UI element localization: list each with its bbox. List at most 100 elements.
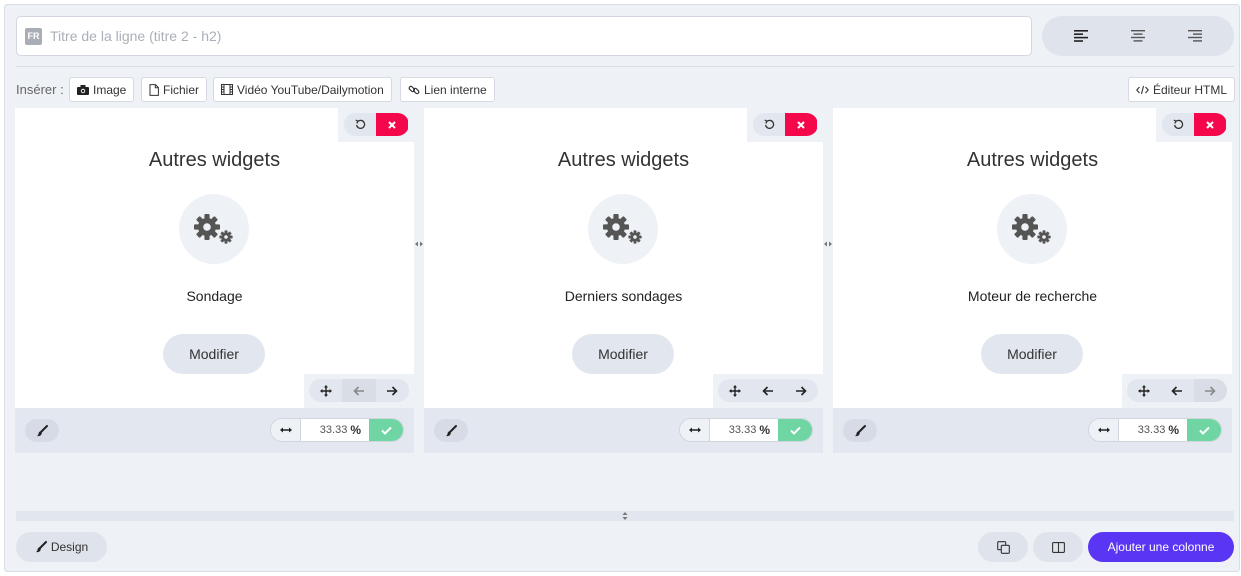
align-left-icon <box>1073 30 1088 42</box>
modify-widget-button[interactable]: Modifier <box>163 334 265 374</box>
confirm-width-button[interactable] <box>369 419 403 441</box>
resize-horizontal-icon <box>415 241 423 247</box>
insert-image-button[interactable]: Image <box>69 77 135 102</box>
camera-icon <box>77 84 89 95</box>
move-arrows-icon <box>319 384 332 397</box>
move-right-button[interactable] <box>785 379 818 402</box>
move-left-button[interactable] <box>751 379 784 402</box>
arrow-right-icon <box>796 385 807 396</box>
duplicate-row-button[interactable] <box>978 532 1028 562</box>
widget-icon-circle <box>179 194 249 264</box>
insert-video-label: Vidéo YouTube/Dailymotion <box>237 82 384 97</box>
brush-icon <box>854 424 866 436</box>
widget-name: Sondage <box>186 288 243 304</box>
undo-button[interactable] <box>753 113 785 136</box>
drag-move-button[interactable] <box>718 379 751 402</box>
arrow-left-icon <box>762 385 773 396</box>
column-resize-handle[interactable] <box>414 239 424 249</box>
undo-button[interactable] <box>344 113 376 136</box>
arrow-left-icon <box>353 385 364 396</box>
insert-internal-link-button[interactable]: Lien interne <box>400 77 495 102</box>
column-width-unit: % <box>1168 423 1179 437</box>
align-center-button[interactable] <box>1118 21 1158 51</box>
column-design-button[interactable] <box>434 419 468 442</box>
align-left-button[interactable] <box>1061 21 1101 51</box>
widget-actions <box>338 108 414 142</box>
html-editor-button[interactable]: Éditeur HTML <box>1128 77 1236 102</box>
check-icon <box>380 426 392 435</box>
column-design-button[interactable] <box>843 419 877 442</box>
widget-name: Moteur de recherche <box>967 288 1098 304</box>
align-right-button[interactable] <box>1175 21 1215 51</box>
gears-icon <box>603 214 642 244</box>
column-width-control: 33.33 % <box>679 418 813 442</box>
split-columns-button[interactable] <box>1033 532 1083 562</box>
widget-actions <box>1156 108 1232 142</box>
insert-file-button[interactable]: Fichier <box>141 77 208 102</box>
undo-icon <box>763 119 774 129</box>
delete-widget-button[interactable] <box>785 113 817 136</box>
column-footer: 33.33 % <box>833 408 1232 453</box>
widget-category-title: Autres widgets <box>148 149 281 171</box>
copy-icon <box>996 540 1010 554</box>
drag-move-button[interactable] <box>1127 379 1160 402</box>
link-icon <box>408 85 420 94</box>
column-width-unit: % <box>350 423 361 437</box>
move-right-button[interactable] <box>376 379 409 402</box>
row-resize-handle[interactable] <box>16 511 1234 521</box>
columns-icon <box>1051 541 1065 553</box>
close-icon <box>388 120 396 129</box>
confirm-width-button[interactable] <box>778 419 812 441</box>
divider <box>16 66 1234 67</box>
modify-widget-button[interactable]: Modifier <box>572 334 674 374</box>
align-right-icon <box>1188 30 1203 42</box>
move-right-button[interactable] <box>1193 379 1227 402</box>
check-icon <box>1198 426 1210 435</box>
column-width-value: 33.33 <box>319 424 348 436</box>
move-left-button[interactable] <box>342 379 376 402</box>
confirm-width-button[interactable] <box>1187 419 1221 441</box>
row-title-input[interactable] <box>50 28 1031 44</box>
delete-widget-button[interactable] <box>376 113 408 136</box>
undo-button[interactable] <box>1162 113 1194 136</box>
html-editor-label: Éditeur HTML <box>1153 82 1228 97</box>
row-design-button[interactable]: Design <box>16 532 107 562</box>
add-column-button[interactable]: Ajouter une colonne <box>1088 532 1234 562</box>
drag-move-button[interactable] <box>309 379 342 402</box>
resize-vertical-icon <box>622 512 628 520</box>
move-arrows-icon <box>728 384 741 397</box>
width-resize-icon <box>271 419 301 441</box>
column-resize-handle[interactable] <box>823 239 833 249</box>
brush-icon <box>35 541 47 553</box>
insert-internal-link-label: Lien interne <box>424 82 487 97</box>
column-width-input[interactable]: 33.33 % <box>1119 419 1187 441</box>
row-design-label: Design <box>50 540 89 554</box>
widget-icon-circle <box>588 194 658 264</box>
column-width-unit: % <box>759 423 770 437</box>
brush-icon <box>36 424 48 436</box>
resize-horizontal-icon <box>824 241 832 247</box>
brush-icon <box>445 424 457 436</box>
insert-file-label: Fichier <box>163 82 200 97</box>
modify-widget-button[interactable]: Modifier <box>981 334 1083 374</box>
column-footer: 33.33 % <box>15 408 414 453</box>
column-width-input[interactable]: 33.33 % <box>710 419 778 441</box>
widget-icon-circle <box>997 194 1067 264</box>
widget-card: Autres widgets <box>15 108 414 408</box>
delete-widget-button[interactable] <box>1194 113 1226 136</box>
column-width-value: 33.33 <box>1137 424 1166 436</box>
row-title-field[interactable]: FR <box>16 16 1032 56</box>
close-icon <box>797 120 805 129</box>
film-icon <box>221 84 233 95</box>
column-width-input[interactable]: 33.33 % <box>301 419 369 441</box>
move-left-button[interactable] <box>1160 379 1193 402</box>
width-resize-icon <box>1089 419 1119 441</box>
arrow-right-icon <box>1205 385 1216 396</box>
insert-video-button[interactable]: Vidéo YouTube/Dailymotion <box>213 77 392 102</box>
widget-card: Autres widgets <box>833 108 1232 408</box>
row-editor: FR Insérer : Image Fichier Vidéo YouTube… <box>4 4 1240 572</box>
alignment-toggle-group <box>1042 16 1234 56</box>
gears-icon <box>194 214 233 244</box>
language-badge: FR <box>25 27 42 45</box>
column-design-button[interactable] <box>25 419 59 442</box>
